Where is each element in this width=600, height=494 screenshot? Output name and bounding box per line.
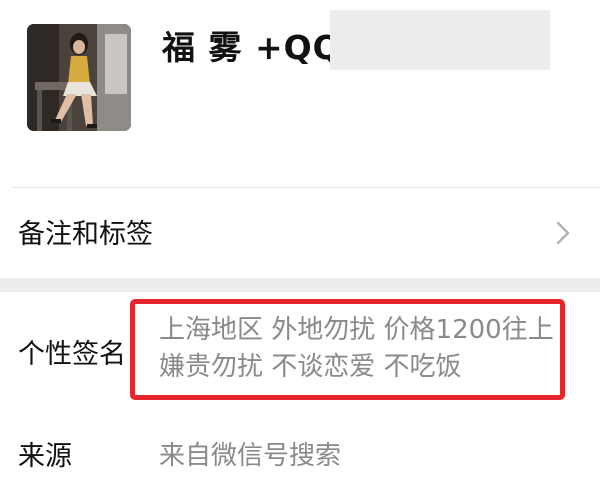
profile-name: 福 雾 +QQ [162, 28, 342, 67]
avatar[interactable] [27, 24, 131, 131]
source-label: 来源 [18, 441, 72, 472]
remark-label: 备注和标签 [18, 219, 153, 250]
chevron-right-icon [554, 220, 572, 246]
source-value: 来自微信号搜索 [159, 441, 342, 471]
section-gap [0, 278, 600, 292]
redacted-area [330, 10, 550, 70]
profile-header: 福 雾 +QQ [0, 0, 600, 187]
name-row: 福 雾 +QQ [162, 18, 342, 72]
source-row: 来源 来自微信号搜索 [0, 404, 600, 494]
avatar-photo [27, 24, 131, 131]
remark-and-tags-row[interactable]: 备注和标签 [0, 188, 600, 278]
highlight-box [130, 299, 565, 400]
signature-label: 个性签名 [18, 339, 126, 370]
